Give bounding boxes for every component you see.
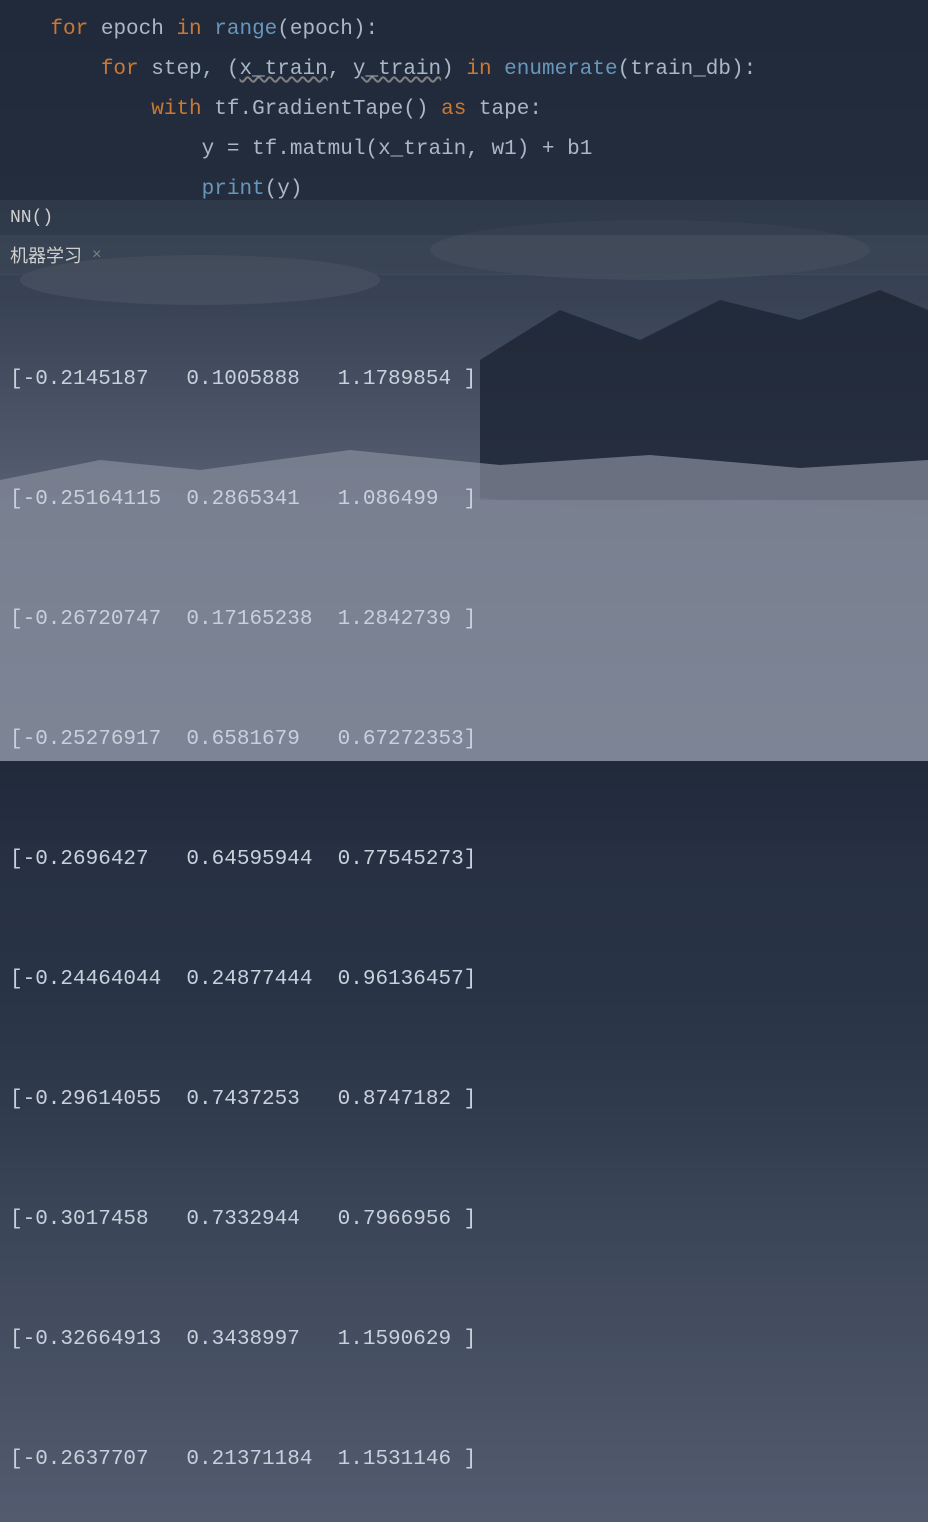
- output-row: [-0.25276917 0.6581679 0.67272353]: [10, 720, 918, 760]
- breadcrumb-function[interactable]: NN(): [0, 203, 63, 233]
- code-line-2[interactable]: for step, (x_train, y_train) in enumerat…: [0, 50, 928, 90]
- output-row: [-0.29614055 0.7437253 0.8747182 ]: [10, 1080, 918, 1120]
- code-editor[interactable]: for epoch in range(epoch): for step, (x_…: [0, 0, 928, 200]
- console-tab-label: 机器学习: [10, 242, 82, 268]
- output-row: [-0.32664913 0.3438997 1.1590629 ]: [10, 1320, 918, 1360]
- output-row: [-0.2145187 0.1005888 1.1789854 ]: [10, 360, 918, 400]
- output-row: [-0.26720747 0.17165238 1.2842739 ]: [10, 600, 918, 640]
- console-tab[interactable]: 机器学习 ×: [0, 237, 112, 273]
- code-line-4[interactable]: y = tf.matmul(x_train, w1) + b1: [0, 130, 928, 170]
- close-icon[interactable]: ×: [92, 246, 102, 264]
- code-line-3[interactable]: with tf.GradientTape() as tape:: [0, 90, 928, 130]
- output-row: [-0.24464044 0.24877444 0.96136457]: [10, 960, 918, 1000]
- output-row: [-0.25164115 0.2865341 1.086499 ]: [10, 480, 918, 520]
- output-row: [-0.2696427 0.64595944 0.77545273]: [10, 840, 918, 880]
- code-line-1[interactable]: for epoch in range(epoch):: [0, 10, 928, 50]
- output-row: [-0.3017458 0.7332944 0.7966956 ]: [10, 1200, 918, 1240]
- console-output[interactable]: [-0.2145187 0.1005888 1.1789854 ] [-0.25…: [0, 275, 928, 1522]
- output-row: [-0.2637707 0.21371184 1.1531146 ]: [10, 1440, 918, 1480]
- console-tab-bar: 机器学习 ×: [0, 235, 928, 275]
- breadcrumb-bar: NN(): [0, 200, 928, 235]
